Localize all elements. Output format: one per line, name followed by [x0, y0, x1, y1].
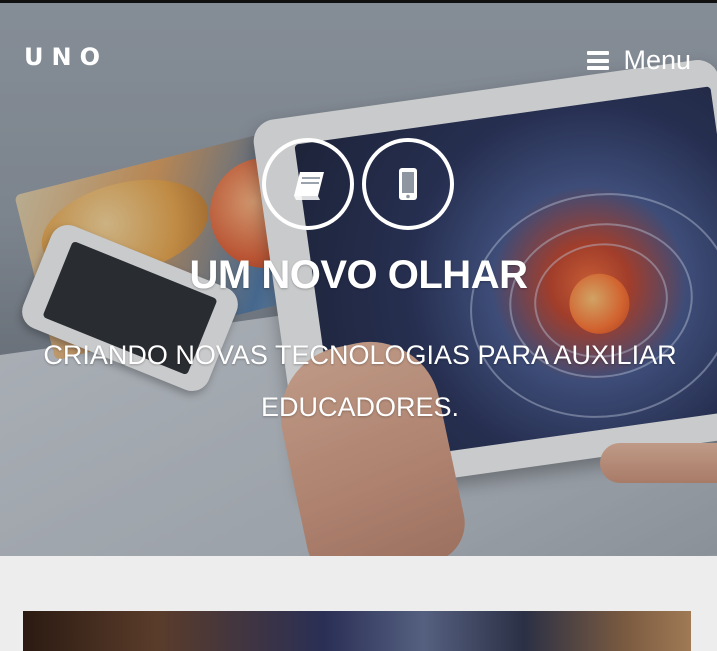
brand-logo[interactable]: UNO	[24, 43, 108, 71]
hero-headline: UM NOVO OLHAR	[189, 253, 528, 297]
mobile-icon	[362, 138, 454, 230]
hamburger-icon	[587, 51, 610, 70]
hero-section: UNO Menu UM NOVO OLHAR CRIANDO NOVAS TEC…	[0, 3, 717, 556]
menu-button[interactable]: Menu	[587, 45, 691, 76]
hero-subtitle: CRIANDO NOVAS TECNOLOGIAS PARA AUXILIAR …	[43, 340, 677, 422]
book-icon	[262, 138, 354, 230]
menu-label: Menu	[623, 45, 691, 75]
content-image	[23, 611, 691, 651]
content-section	[0, 556, 717, 651]
feature-icons	[262, 138, 454, 230]
